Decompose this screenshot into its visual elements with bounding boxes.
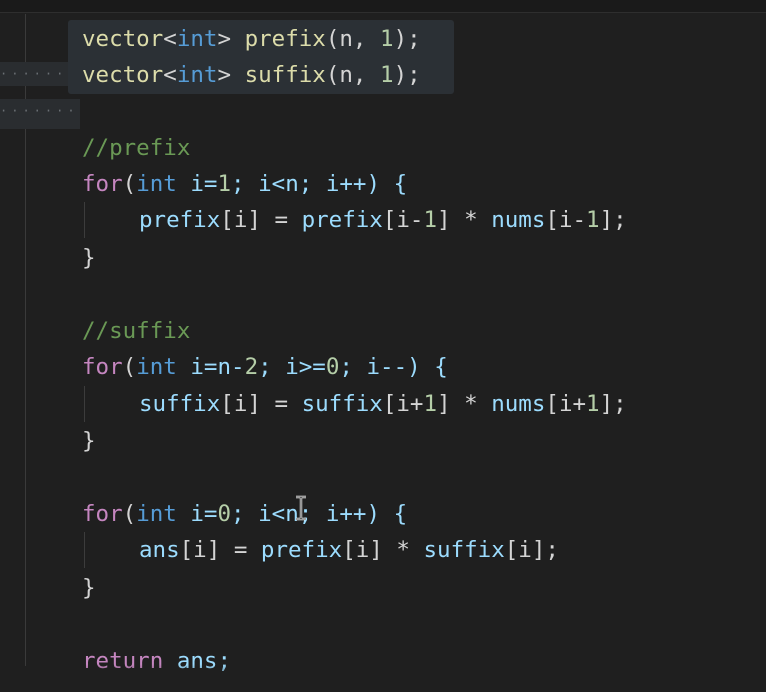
code-close-brace[interactable]: }: [82, 423, 96, 459]
token-number: 0: [325, 354, 340, 380]
token-punct: [i] =: [220, 207, 302, 233]
indent-guide: [84, 532, 85, 568]
token-type: vector: [82, 26, 164, 52]
token-punct: ];: [599, 391, 627, 417]
token-number: 1: [423, 391, 438, 417]
token-identifier: suffix: [244, 62, 326, 88]
token-keyword-for: for: [82, 171, 123, 197]
token-punct: [i] =: [220, 391, 302, 417]
token-number: 1: [423, 207, 438, 233]
code-editor[interactable]: ······· ······· vector<int> prefix(n, 1)…: [0, 0, 766, 692]
token-punct: [i] =: [179, 537, 261, 563]
text-cursor-icon: [296, 495, 306, 521]
code-comment-prefix[interactable]: //prefix: [82, 130, 190, 166]
token-identifier: prefix: [244, 26, 326, 52]
code-comment-suffix[interactable]: //suffix: [82, 313, 190, 349]
token-punct: );: [393, 26, 421, 52]
token-number: 1: [380, 62, 394, 88]
code-line-prefix-decl[interactable]: vector<int> prefix(n, 1);: [82, 21, 421, 57]
token-punct: ];: [599, 207, 627, 233]
token-expr: ; i<n; i++) {: [231, 501, 408, 527]
token-identifier: suffix: [301, 391, 383, 417]
token-expr: i=: [176, 501, 218, 527]
token-identifier: suffix: [139, 391, 221, 417]
token-punct: [i-: [382, 207, 424, 233]
token-punct: );: [393, 62, 421, 88]
token-punct: >: [217, 26, 232, 52]
token-punct: ] *: [437, 207, 492, 233]
token-expr: i=n-: [176, 354, 245, 380]
code-close-brace[interactable]: }: [82, 570, 96, 606]
code-line-for-prefix[interactable]: for(int i=1; i<n; i++) {: [82, 166, 407, 202]
code-line-ans-body[interactable]: ans[i] = prefix[i] * suffix[i];: [139, 532, 559, 568]
token-expr: ; i>=: [258, 354, 326, 380]
token-punct: [i] *: [342, 537, 424, 563]
token-punct: (n,: [325, 62, 381, 88]
token-expr: ; i--) {: [339, 354, 448, 380]
folded-region-dots[interactable]: ·······: [0, 99, 80, 129]
token-identifier: prefix: [260, 537, 343, 563]
token-identifier: nums: [491, 207, 546, 233]
code-close-brace[interactable]: }: [82, 240, 96, 276]
token-identifier: ans: [139, 537, 180, 563]
code-line-suffix-body[interactable]: suffix[i] = suffix[i+1] * nums[i+1];: [139, 386, 627, 422]
token-identifier: suffix: [423, 537, 505, 563]
token-punct: (: [122, 171, 137, 197]
code-line-prefix-body[interactable]: prefix[i] = prefix[i-1] * nums[i-1];: [139, 202, 627, 238]
token-keyword: int: [176, 62, 218, 88]
token-identifier: prefix: [301, 207, 383, 233]
token-keyword: int: [136, 171, 177, 197]
token-number: 1: [217, 171, 232, 197]
indent-guide: [84, 386, 85, 422]
token-identifier: prefix: [139, 207, 221, 233]
token-number: 1: [586, 391, 600, 417]
token-keyword-for: for: [82, 501, 123, 527]
token-punct: [i+: [545, 391, 587, 417]
token-number: 0: [217, 501, 232, 527]
token-number: 1: [380, 26, 394, 52]
token-punct: >: [217, 62, 232, 88]
token-identifier: nums: [491, 391, 546, 417]
token-keyword-for: for: [82, 354, 123, 380]
token-type: vector: [82, 62, 164, 88]
token-keyword: int: [136, 354, 177, 380]
token-number: 1: [586, 207, 600, 233]
token-punct: [i+: [382, 391, 424, 417]
token-punct: (: [122, 501, 137, 527]
indent-guide: [84, 202, 85, 238]
token-punct: ] *: [437, 391, 492, 417]
token-keyword: int: [136, 501, 177, 527]
token-expr: i=: [176, 171, 218, 197]
token-number: 2: [244, 354, 259, 380]
code-line-for-suffix[interactable]: for(int i=n-2; i>=0; i--) {: [82, 349, 448, 385]
token-expr: ; i<n; i++) {: [231, 171, 408, 197]
token-punct: (n,: [325, 26, 381, 52]
token-keyword: int: [176, 26, 218, 52]
token-punct: (: [122, 354, 137, 380]
code-line-suffix-decl[interactable]: vector<int> suffix(n, 1);: [82, 57, 421, 93]
token-punct: [i-: [545, 207, 587, 233]
token-punct: [i];: [504, 537, 559, 563]
token-punct: <: [163, 62, 177, 88]
code-line-for-ans[interactable]: for(int i=0; i<n; i++) {: [82, 496, 407, 532]
bottom-fade: [0, 664, 766, 692]
token-punct: <: [163, 26, 177, 52]
editor-top-bar: [0, 0, 766, 13]
